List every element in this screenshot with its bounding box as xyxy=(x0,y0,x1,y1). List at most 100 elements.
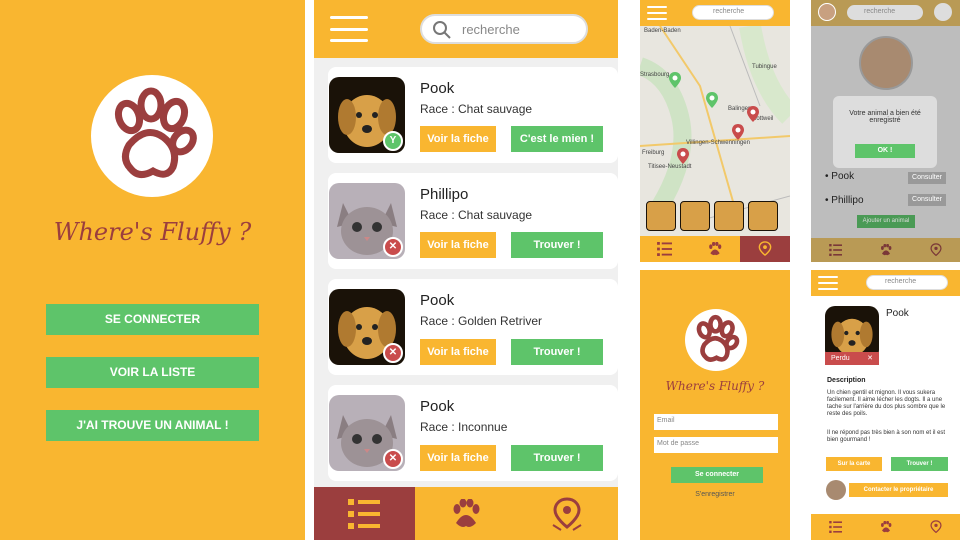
pet-race: Race : Inconnue xyxy=(420,420,508,434)
description-text: Un chien gentil et mignon. Il vous suker… xyxy=(827,390,946,417)
view-list-button[interactable]: VOIR LA LISTE xyxy=(46,357,259,388)
pet-name: Pook xyxy=(420,80,455,97)
search-placeholder: recherche xyxy=(885,278,917,285)
map-label: Strasbourg xyxy=(640,72,670,78)
password-field[interactable]: Mot de passe xyxy=(654,437,778,453)
list-icon xyxy=(657,242,672,256)
pet-name: Phillipo xyxy=(831,195,864,206)
list-icon[interactable] xyxy=(829,521,843,533)
find-button[interactable]: Trouver ! xyxy=(511,445,603,471)
app-title: Where's Fluffy ? xyxy=(665,379,765,393)
paw-icon xyxy=(114,87,197,178)
location-pin-icon xyxy=(552,497,582,531)
location-pin-icon[interactable] xyxy=(929,520,943,534)
map-label: Titisee-Neustadt xyxy=(648,164,692,170)
map-marker-green[interactable] xyxy=(669,72,681,88)
map-marker-red[interactable] xyxy=(677,148,689,164)
view-sheet-button[interactable]: Voir la fiche xyxy=(420,126,496,152)
logo-circle xyxy=(91,75,213,197)
claim-button[interactable]: C'est le mien ! xyxy=(511,126,603,152)
avatar xyxy=(826,480,846,500)
view-sheet-button[interactable]: Voir la fiche xyxy=(420,445,496,471)
map-label: Baden-Baden xyxy=(644,28,681,34)
consult-button[interactable]: Consulter xyxy=(908,172,946,184)
pet-thumbnails xyxy=(646,201,790,231)
paw-icon[interactable] xyxy=(879,244,893,256)
register-link[interactable]: S'enregistrer xyxy=(640,491,790,498)
found-animal-button[interactable]: J'AI TROUVE UN ANIMAL ! xyxy=(46,410,259,441)
thumb-dog[interactable] xyxy=(714,201,744,231)
submit-login-button[interactable]: Se connecter xyxy=(671,467,763,483)
search-icon xyxy=(433,21,451,39)
consult-button[interactable]: Consulter xyxy=(908,194,946,206)
location-pin-icon xyxy=(758,241,772,257)
map-marker-green[interactable] xyxy=(706,92,718,108)
email-placeholder: Email xyxy=(657,417,675,424)
list-icon xyxy=(348,499,380,529)
paw-icon[interactable] xyxy=(934,3,952,21)
email-field[interactable]: Email xyxy=(654,414,778,430)
thumb-dog[interactable] xyxy=(748,201,778,231)
nav-pets-tab[interactable] xyxy=(415,487,517,540)
nav-pets-tab[interactable] xyxy=(690,236,740,262)
map-label: Tubingue xyxy=(752,64,777,70)
map-view[interactable]: Baden-Baden Tubingue Balingen Rottweil V… xyxy=(640,26,790,236)
pet-race: Race : Golden Retriver xyxy=(420,314,543,328)
pet-name: Phillipo xyxy=(420,186,469,203)
pet-race: Race : Chat sauvage xyxy=(420,102,533,116)
pet-list-item: • Phillipo xyxy=(825,195,864,206)
paw-icon[interactable] xyxy=(879,521,893,533)
thumb-dog[interactable] xyxy=(680,201,710,231)
menu-icon[interactable] xyxy=(647,6,667,20)
find-button[interactable]: Trouver ! xyxy=(511,232,603,258)
paw-icon xyxy=(453,499,480,527)
paw-icon xyxy=(709,242,722,256)
app-title: Where's Fluffy ? xyxy=(53,218,252,246)
search-input[interactable]: recherche xyxy=(866,275,948,290)
confirmation-modal: Votre animal a bien été enregistré OK ! xyxy=(833,96,937,168)
search-placeholder: recherche xyxy=(462,22,520,37)
thumb-dog[interactable] xyxy=(646,201,676,231)
nav-map-tab[interactable] xyxy=(740,236,790,262)
nav-list-tab[interactable] xyxy=(640,236,690,262)
menu-icon[interactable] xyxy=(330,16,368,42)
location-pin-icon[interactable] xyxy=(929,243,943,257)
login-button[interactable]: SE CONNECTER xyxy=(46,304,259,335)
find-button[interactable]: Trouver ! xyxy=(891,457,948,471)
menu-icon[interactable] xyxy=(818,276,838,290)
search-input[interactable]: recherche xyxy=(847,5,923,20)
pet-race: Race : Chat sauvage xyxy=(420,208,533,222)
nav-list-tab[interactable] xyxy=(314,487,415,540)
map-button[interactable]: Sur la carte xyxy=(826,457,882,471)
map-marker-red[interactable] xyxy=(732,124,744,140)
paw-icon xyxy=(696,314,740,362)
search-input[interactable]: recherche xyxy=(692,5,774,20)
close-icon: ✕ xyxy=(867,355,873,362)
search-input[interactable]: recherche xyxy=(420,14,588,44)
login-screen: Where's Fluffy ? SE CONNECTER VOIR LA LI… xyxy=(0,0,305,540)
find-button[interactable]: Trouver ! xyxy=(511,339,603,365)
status-badge: Perdu ✕ xyxy=(825,352,879,365)
profile-photo xyxy=(859,36,913,90)
status-badge-lost: ✕ xyxy=(383,237,403,257)
pet-name: Pook xyxy=(886,308,909,319)
nav-map-tab[interactable] xyxy=(517,487,618,540)
map-label: Freiburg xyxy=(642,150,665,156)
pet-list-item: • Pook xyxy=(825,171,855,182)
description-text-2: Il ne répond pas très bien à son nom et … xyxy=(827,430,946,443)
logo-circle xyxy=(685,309,747,371)
view-sheet-button[interactable]: Voir la fiche xyxy=(420,232,496,258)
add-pet-button[interactable]: Ajouter un animal xyxy=(857,215,915,228)
password-placeholder: Mot de passe xyxy=(657,440,700,447)
status-label: Perdu xyxy=(831,355,850,362)
pet-name: Pook xyxy=(831,171,855,182)
pet-name: Pook xyxy=(420,292,455,309)
contact-owner-button[interactable]: Contacter le propriétaire xyxy=(849,483,948,497)
map-marker-red[interactable] xyxy=(747,106,759,122)
modal-ok-button[interactable]: OK ! xyxy=(855,144,915,158)
avatar[interactable] xyxy=(818,3,836,21)
list-icon[interactable] xyxy=(829,244,843,256)
bottom-nav xyxy=(811,514,960,540)
status-badge-ok: Y xyxy=(383,131,403,151)
view-sheet-button[interactable]: Voir la fiche xyxy=(420,339,496,365)
